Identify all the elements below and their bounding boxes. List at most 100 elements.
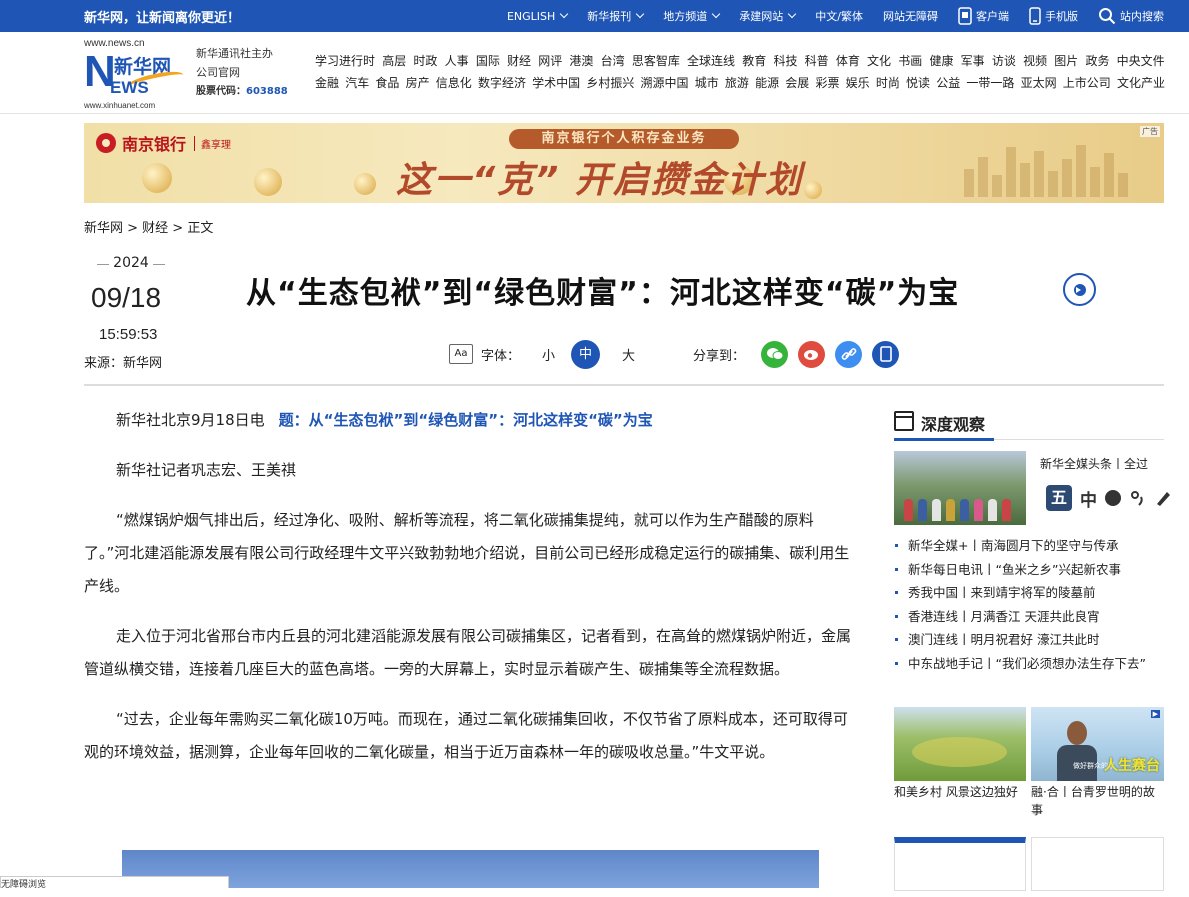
- top-nav-mobile[interactable]: 手机版: [1029, 7, 1078, 25]
- bank-logo-icon: [96, 133, 116, 153]
- top-nav-accessibility[interactable]: 网站无障碍: [883, 8, 938, 24]
- nav-item[interactable]: 数字经济: [478, 74, 526, 96]
- nav-item[interactable]: 国际: [476, 52, 500, 74]
- reader-font-button[interactable]: 五: [1046, 485, 1072, 511]
- nav-item[interactable]: 彩票: [815, 74, 839, 96]
- nav-item[interactable]: 汽车: [345, 74, 369, 96]
- sidebar-news-list: 新华全媒+丨南海圆月下的坚守与传承 新华每日电讯丨“鱼米之乡”兴起新农事 秀我中…: [894, 534, 1164, 675]
- article-toolbar: Aa 字体： 小 中 大 分享到：: [449, 339, 900, 369]
- publish-date: 09/18: [91, 282, 162, 313]
- nav-item[interactable]: 时政: [413, 52, 437, 74]
- nav-item[interactable]: 中央文件: [1117, 52, 1165, 74]
- read-aloud-button[interactable]: [1063, 273, 1096, 306]
- nav-item[interactable]: 图片: [1054, 52, 1078, 74]
- nav-item[interactable]: 学习进行时: [315, 52, 375, 74]
- list-item[interactable]: 香港连线丨月满香江 天涯共此良宵: [894, 605, 1164, 629]
- top-nav-english[interactable]: ENGLISH: [507, 10, 569, 23]
- share-weibo-button[interactable]: [798, 340, 826, 368]
- accessibility-float-bar[interactable]: 无障碍浏览: [0, 876, 229, 888]
- font-large-button[interactable]: 大: [622, 345, 635, 364]
- nav-item[interactable]: 一带一路: [966, 74, 1014, 96]
- list-item[interactable]: 秀我中国丨来到靖宇将军的陵墓前: [894, 581, 1164, 605]
- nav-item[interactable]: 高层: [382, 52, 406, 74]
- list-item[interactable]: 中东战地手记丨“我们必须想办法生存下去”: [894, 652, 1164, 676]
- nav-item[interactable]: 书画: [898, 52, 922, 74]
- nav-item[interactable]: 全球连线: [687, 52, 735, 74]
- xinhua-logo[interactable]: www.news.cn N 新华网 EWS www.xinhuanet.com: [84, 38, 186, 110]
- top-nav-local[interactable]: 地方频道: [663, 8, 721, 24]
- header-divider: [84, 384, 1164, 386]
- village-caption[interactable]: 和美乡村 风景这边独好: [894, 783, 1026, 800]
- nav-item[interactable]: 旅游: [725, 74, 749, 96]
- nav-item[interactable]: 健康: [929, 52, 953, 74]
- nav-item[interactable]: 文化: [867, 52, 891, 74]
- nav-item[interactable]: 体育: [836, 52, 860, 74]
- top-nav-traditional[interactable]: 中文/繁体: [815, 8, 863, 24]
- gold-coin-icon: [354, 173, 376, 195]
- top-nav-newspapers[interactable]: 新华报刊: [587, 8, 645, 24]
- nav-item[interactable]: 亚太网: [1021, 74, 1057, 96]
- font-small-button[interactable]: 小: [542, 345, 555, 364]
- nav-item[interactable]: 学术中国: [532, 74, 580, 96]
- nav-item[interactable]: 溯源中国: [641, 74, 689, 96]
- nav-item[interactable]: 会展: [785, 74, 809, 96]
- feature-caption[interactable]: 新华全媒头条丨全过: [1040, 455, 1164, 472]
- nav-item[interactable]: 时尚: [876, 74, 900, 96]
- nav-item[interactable]: 悦读: [906, 74, 930, 96]
- nav-item[interactable]: 房产: [406, 74, 430, 96]
- nav-item[interactable]: 娱乐: [846, 74, 870, 96]
- nav-item[interactable]: 文化产业: [1117, 74, 1165, 96]
- portrait-caption[interactable]: 融·合丨台青罗世明的故事: [1031, 783, 1164, 819]
- nav-item[interactable]: 思客智库: [632, 52, 680, 74]
- nav-item[interactable]: 港澳: [569, 52, 593, 74]
- portrait-image[interactable]: ▶ 做好群众的事 人生赛台: [1031, 707, 1164, 781]
- village-image[interactable]: [894, 707, 1026, 781]
- share-mobile-button[interactable]: [872, 340, 900, 368]
- nav-item[interactable]: 公益: [936, 74, 960, 96]
- top-nav-search[interactable]: 站内搜索: [1098, 7, 1164, 25]
- page-title: 从“生态包袱”到“绿色财富”：河北这样变“碳”为宝: [246, 276, 960, 311]
- nav-item[interactable]: 金融: [315, 74, 339, 96]
- ad-banner[interactable]: 南京银行 鑫享理 南京银行个人积存金业务 这一“克” 开启攒金计划 广告: [84, 123, 1164, 203]
- top-nav-sites[interactable]: 承建网站: [739, 8, 797, 24]
- card[interactable]: [894, 837, 1026, 891]
- reader-chinese-button[interactable]: 中: [1080, 486, 1097, 511]
- speaker-icon: [1073, 283, 1086, 296]
- card[interactable]: [1031, 837, 1164, 891]
- nav-item[interactable]: 城市: [695, 74, 719, 96]
- nav-item[interactable]: 科普: [805, 52, 829, 74]
- nav-item[interactable]: 人事: [445, 52, 469, 74]
- reader-mode-icon[interactable]: [1105, 490, 1121, 506]
- org-info: 新华通讯社主办 公司官网 股票代码：603888: [196, 44, 288, 101]
- voice-icon[interactable]: [1129, 489, 1147, 507]
- nav-item[interactable]: 财经: [507, 52, 531, 74]
- stock-code: 股票代码：603888: [196, 86, 288, 97]
- pen-icon[interactable]: [1153, 488, 1173, 508]
- breadcrumb[interactable]: 新华网 > 财经 > 正文: [84, 217, 213, 236]
- font-medium-button[interactable]: 中: [571, 339, 601, 369]
- nav-item[interactable]: 政务: [1085, 52, 1109, 74]
- nav-item[interactable]: 台湾: [601, 52, 625, 74]
- ad-bank-logo: 南京银行 鑫享理: [96, 131, 231, 155]
- nav-item[interactable]: 上市公司: [1063, 74, 1111, 96]
- nav-item[interactable]: 军事: [961, 52, 985, 74]
- top-nav-client[interactable]: 客户端: [958, 7, 1009, 25]
- nav-item[interactable]: 访谈: [992, 52, 1016, 74]
- list-item[interactable]: 澳门连线丨明月祝君好 濠江共此时: [894, 628, 1164, 652]
- feature-image[interactable]: [894, 451, 1026, 525]
- nav-item[interactable]: 信息化: [436, 74, 472, 96]
- list-item[interactable]: 新华全媒+丨南海圆月下的坚守与传承: [894, 534, 1164, 558]
- window-icon: [894, 411, 914, 431]
- share-link-button[interactable]: [835, 340, 863, 368]
- nav-item[interactable]: 教育: [742, 52, 766, 74]
- share-wechat-button[interactable]: [761, 340, 789, 368]
- gold-coin-icon: [804, 181, 822, 199]
- nav-item[interactable]: 乡村振兴: [586, 74, 634, 96]
- nav-item[interactable]: 能源: [755, 74, 779, 96]
- top-nav: ENGLISH 新华报刊 地方频道 承建网站 中文/繁体 网站无障碍 客户端 手…: [487, 0, 1164, 32]
- nav-item[interactable]: 网评: [538, 52, 562, 74]
- nav-item[interactable]: 科技: [773, 52, 797, 74]
- nav-item[interactable]: 视频: [1023, 52, 1047, 74]
- list-item[interactable]: 新华每日电讯丨“鱼米之乡”兴起新农事: [894, 558, 1164, 582]
- nav-item[interactable]: 食品: [375, 74, 399, 96]
